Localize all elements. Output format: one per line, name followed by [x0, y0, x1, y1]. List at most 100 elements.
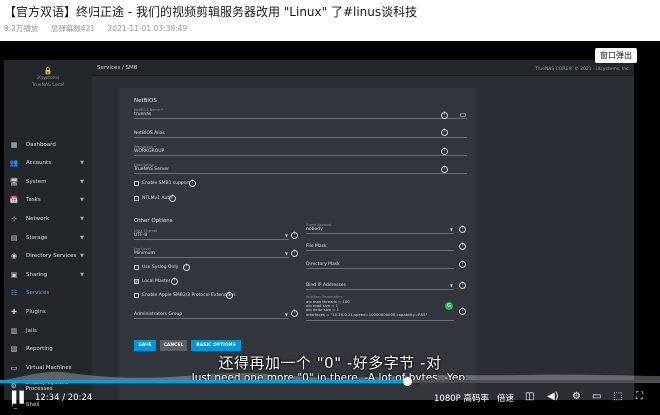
- basic-options-button[interactable]: BASIC OPTIONS: [191, 340, 241, 351]
- chevron-down-icon: ▼: [284, 312, 288, 317]
- chevron-down-icon: ▼: [80, 215, 84, 222]
- publish-date: 2021-11-01 03:39:49: [107, 24, 188, 33]
- checkbox-label: NTLMv1 Auth: [142, 196, 173, 201]
- checkbox-label: Enable Apple SMB2/3 Protocol Extensions: [142, 293, 236, 298]
- sidebar-item-label: Plugins: [26, 308, 46, 315]
- help-icon[interactable]: ?: [459, 282, 466, 289]
- help-icon[interactable]: ?: [291, 310, 298, 317]
- copyright: TrueNAS CORE® © 2021 - iXsystems, Inc.: [535, 67, 630, 72]
- workgroup-field[interactable]: Workgroup * WORKGROUP: [134, 145, 467, 156]
- cancel-button[interactable]: CANCEL: [160, 340, 187, 351]
- checkbox-box[interactable]: [134, 265, 139, 270]
- sidebar-item-dashboard[interactable]: ▦ Dashboard: [4, 136, 92, 153]
- help-icon[interactable]: ?: [459, 261, 466, 268]
- sidebar-item-jails[interactable]: ▥ Jails: [4, 322, 92, 339]
- network-icon: ⊹: [11, 214, 17, 223]
- grammarly-icon[interactable]: G: [445, 302, 453, 310]
- unix-charset-select[interactable]: UNIX Charset UTF-8 ▼: [134, 229, 289, 240]
- smb1-checkbox[interactable]: Enable SMB1 support: [134, 181, 190, 186]
- help-icon[interactable]: ?: [189, 180, 196, 187]
- help-icon[interactable]: ?: [441, 112, 448, 119]
- dashboard-icon: ▦: [10, 140, 18, 149]
- sidebar-item-directory-services[interactable]: ◉ Directory Services ▼: [4, 248, 92, 265]
- sidebar-item-tasks[interactable]: 📅 Tasks ▼: [4, 192, 92, 209]
- page-root: 【官方双语】终归正途 - 我们的视频剪辑服务器改用 "Linux" 了#linu…: [0, 0, 660, 415]
- keyboard-icon: [460, 113, 466, 117]
- help-icon[interactable]: ?: [459, 243, 466, 250]
- description-field[interactable]: Description TrueNAS Server: [134, 163, 467, 174]
- file-mask-field[interactable]: File Mask: [306, 240, 454, 251]
- syslog-checkbox[interactable]: Use Syslog Only: [134, 265, 178, 270]
- pause-icon[interactable]: ▌▌: [12, 391, 28, 404]
- help-icon[interactable]: ?: [169, 195, 176, 202]
- sidebar: 🔒 iXsystems TrueNAS Local ▦ Dashboard 👥 Acc…: [4, 60, 92, 409]
- help-icon[interactable]: ?: [441, 166, 448, 173]
- checkbox-box[interactable]: [134, 293, 139, 298]
- system-icon: 🖥: [9, 177, 19, 186]
- video-meta: 9.2万播放 总弹幕数421 2021-11-01 03:39:49: [4, 23, 197, 34]
- sidebar-item-label: Storage: [26, 234, 48, 241]
- sidebar-item-accounts[interactable]: 👥 Accounts ▼: [4, 155, 92, 172]
- sidebar-item-label: Tasks: [26, 197, 41, 204]
- help-icon[interactable]: ?: [291, 232, 298, 239]
- popout-button[interactable]: 窗口弹出: [595, 48, 637, 63]
- help-icon[interactable]: ?: [459, 226, 466, 233]
- help-icon[interactable]: ?: [459, 308, 466, 315]
- save-button[interactable]: SAVE: [134, 340, 156, 351]
- sidebar-item-system[interactable]: 🖥 System ▼: [4, 173, 92, 190]
- auxiliary-parameters-field[interactable]: Auxiliary Parameters aio max threads = 1…: [306, 295, 454, 321]
- local-master-checkbox[interactable]: ✓ Local Master: [134, 279, 170, 284]
- help-icon[interactable]: ?: [171, 278, 178, 285]
- directory-icon: ◉: [10, 252, 18, 261]
- storage-icon: ▤: [10, 233, 18, 242]
- log-level-select[interactable]: Log Level Minimum ▼: [134, 247, 289, 258]
- checkbox-box[interactable]: [134, 196, 139, 201]
- truenas-app: 🔒 iXsystems TrueNAS Local ▦ Dashboard 👥 Acc…: [4, 60, 634, 409]
- checkbox-box[interactable]: [134, 181, 139, 186]
- view-count: 9.2万播放: [4, 24, 39, 33]
- admin-group-select[interactable]: Administrators Group ▼: [134, 308, 289, 319]
- help-icon[interactable]: ?: [226, 292, 233, 299]
- netbios-name-field[interactable]: NetBIOS Name * truenas: [134, 108, 467, 119]
- fullscreen-icon[interactable]: ⛶: [636, 391, 643, 402]
- quality-selector[interactable]: 1080P 高码率: [434, 392, 489, 404]
- chevron-down-icon: ▼: [449, 227, 453, 232]
- sidebar-item-storage[interactable]: ▤ Storage ▼: [4, 229, 92, 246]
- danmaku-count: 总弹幕数421: [50, 24, 96, 33]
- ntlmv1-checkbox[interactable]: NTLMv1 Auth: [134, 196, 172, 201]
- guest-account-select[interactable]: Guest Account nobody ▼: [306, 223, 454, 234]
- netbios-section-title: NetBIOS: [134, 98, 157, 104]
- topbar: Services / SMB TrueNAS CORE® © 2021 - iX…: [92, 60, 634, 76]
- volume-icon[interactable]: ◀): [547, 391, 559, 402]
- pip-icon[interactable]: ▭: [592, 391, 601, 402]
- accounts-icon: 👥: [9, 159, 19, 168]
- sidebar-item-sharing[interactable]: ▣ Sharing ▼: [4, 266, 92, 283]
- settings-icon[interactable]: ⚙: [572, 391, 581, 402]
- checkbox-label: Enable SMB1 support: [142, 181, 191, 186]
- breadcrumb: Services / SMB: [97, 65, 138, 71]
- speed-selector[interactable]: 倍速: [497, 392, 514, 404]
- aux-textarea[interactable]: aio max threads = 100 aio read size = 1 …: [306, 299, 427, 317]
- sidebar-item-services[interactable]: ☷ Services: [4, 285, 92, 302]
- help-icon[interactable]: ?: [441, 129, 448, 136]
- netbios-alias-field[interactable]: NetBIOS Alias: [134, 127, 467, 138]
- tasks-icon: 📅: [9, 196, 19, 205]
- directory-mask-field[interactable]: Directory Mask: [306, 258, 454, 269]
- chevron-down-icon: ▼: [284, 251, 288, 256]
- widescreen-icon[interactable]: ⬚: [613, 391, 622, 402]
- help-icon[interactable]: ?: [441, 148, 448, 155]
- sidebar-item-label: Sharing: [26, 271, 48, 278]
- checkbox-box-checked[interactable]: ✓: [134, 279, 139, 284]
- subtitle-icon[interactable]: ◫: [525, 391, 534, 402]
- help-icon[interactable]: ?: [291, 250, 298, 257]
- sidebar-item-plugins[interactable]: ✚ Plugins: [4, 303, 92, 320]
- aapl-extensions-checkbox[interactable]: Enable Apple SMB2/3 Protocol Extensions: [134, 293, 236, 298]
- help-icon[interactable]: ?: [183, 264, 190, 271]
- bind-ip-select[interactable]: Bind IP Addresses ▼: [306, 279, 454, 290]
- sidebar-item-label: Jails: [26, 327, 37, 334]
- sidebar-item-label: Accounts: [26, 160, 52, 167]
- sidebar-item-network[interactable]: ⊹ Network ▼: [4, 210, 92, 227]
- chevron-down-icon: ▼: [449, 283, 453, 288]
- chevron-down-icon: ▼: [80, 234, 84, 241]
- video-player[interactable]: 🔒 iXsystems TrueNAS Local ▦ Dashboard 👥 Acc…: [0, 41, 660, 415]
